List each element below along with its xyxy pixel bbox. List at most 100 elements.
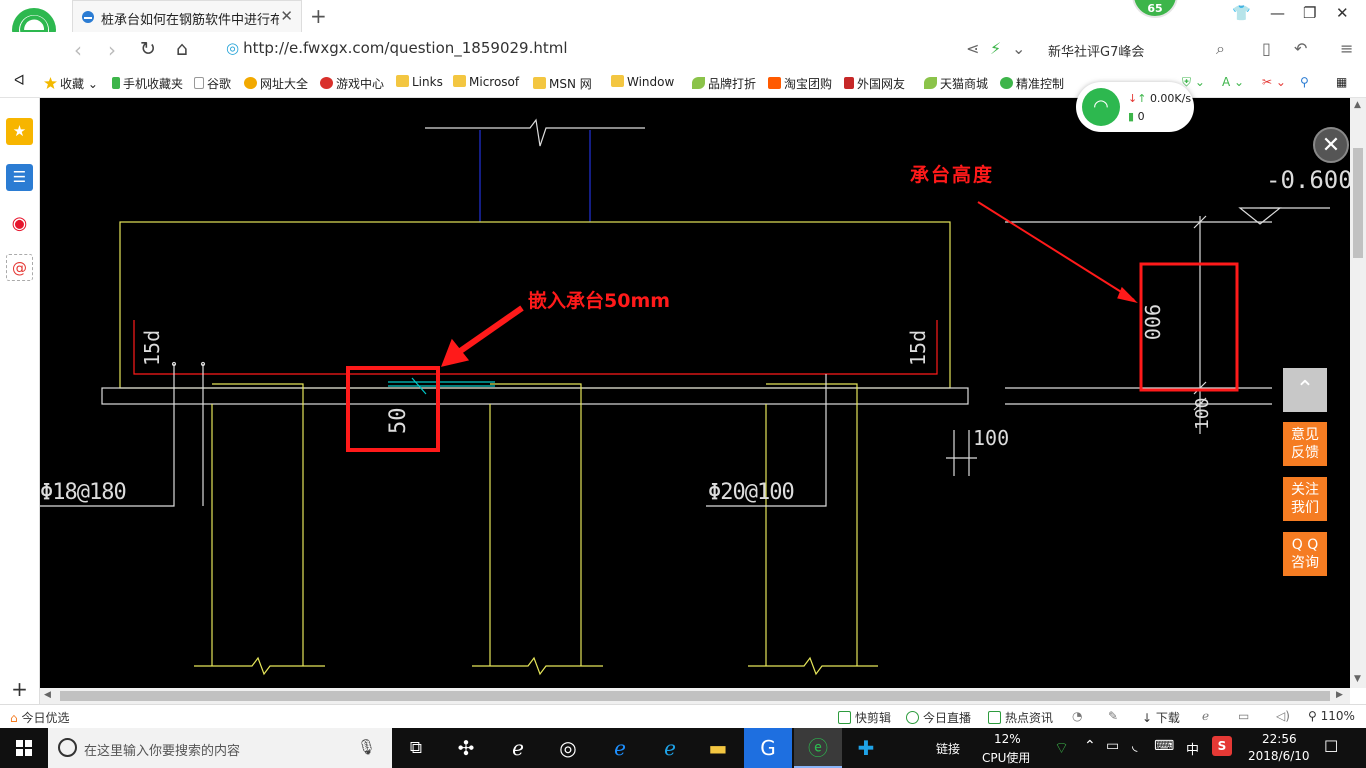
share-icon[interactable]: ⋖ [966,39,979,58]
notification-center-icon[interactable]: ☐ [1324,737,1338,756]
bookmark-item[interactable]: 谷歌 [194,75,231,92]
new-tab-button[interactable]: + [310,4,327,28]
keyboard-icon[interactable]: ⌨ [1154,738,1174,754]
horizontal-scroll-thumb[interactable] [60,691,1330,701]
search-input[interactable]: 新华社评G7峰会 [1048,41,1144,60]
bookmark-item[interactable]: Microsof [453,75,519,89]
horizontal-scrollbar[interactable]: ◀ ▶ [40,688,1350,704]
pile-break-2 [472,656,603,676]
fan-app-icon[interactable]: ✣ [442,728,490,768]
back-icon[interactable]: ‹ [74,38,82,62]
ie-mode-icon[interactable]: ℯ [1202,709,1209,723]
forward-icon[interactable]: › [108,38,116,62]
bookmark-item[interactable]: Window [611,75,674,89]
pin-icon[interactable]: ✎ [1108,709,1118,723]
network-icon[interactable]: ◟ [1132,738,1137,754]
email-icon[interactable]: @ [6,254,33,281]
bookmark-item[interactable]: Links [396,75,443,89]
phone-icon[interactable]: ▯ [1262,39,1271,58]
bookmark-item[interactable]: 品牌打折 [692,75,756,92]
bookmark-item[interactable]: 手机收藏夹 [112,75,183,92]
home-icon[interactable]: ⌂ [176,38,188,60]
ie-app-icon[interactable]: ℯ [494,728,542,768]
scroll-right-icon[interactable]: ▶ [1336,690,1343,700]
refresh-icon[interactable]: ↻ [140,38,156,60]
weibo-icon[interactable]: ◉ [6,210,33,237]
bookmark-item[interactable]: 精准控制 [1000,75,1064,92]
skin-icon[interactable]: 👕 [1232,4,1251,22]
bookmark-item[interactable]: 收藏 ⌄ [44,75,98,92]
ime-indicator[interactable]: 中 [1186,739,1199,758]
news-list-icon[interactable]: ☰ [6,164,33,191]
bookmark-item[interactable]: 外国网友 [844,75,905,92]
close-overlay-button[interactable]: ✕ [1313,127,1349,163]
add-sidebar-icon[interactable]: + [6,676,33,703]
magnifier-icon[interactable]: ⚲ [1300,75,1309,89]
kuaijianji-button[interactable]: 快剪辑 [838,709,891,726]
bookmark-label: 收藏 [60,77,85,91]
undo-icon[interactable]: ↶ [1294,39,1307,58]
search-icon[interactable]: ⌕ [1216,39,1225,59]
bookmark-item[interactable]: 淘宝团购 [768,75,832,92]
clock-date[interactable]: 2018/6/10 [1248,749,1310,763]
sogou-icon[interactable]: S [1212,736,1232,756]
edge-icon[interactable]: ℯ [596,728,644,768]
download-icon: ↓ [1142,711,1153,725]
internet-explorer-icon[interactable]: ℯ [646,728,694,768]
link-label[interactable]: 链接 [936,740,960,757]
live-button[interactable]: 今日直播 [906,709,971,726]
speaker-icon[interactable]: ◁) [1276,709,1290,723]
clock-time[interactable]: 22:56 [1262,732,1297,746]
rebar-right-label: Φ20@100 [708,480,795,505]
vertical-scrollbar[interactable]: ▲ ▼ [1350,98,1366,688]
g-app-icon[interactable]: G [744,728,792,768]
bookmark-item[interactable]: MSN 网 [533,75,592,92]
play-icon [838,711,851,724]
url-input[interactable]: ◎ http://e.fwxgx.com/question_1859029.htm… [226,39,568,57]
qq-consult-button[interactable]: Q Q 咨询 [1283,532,1327,576]
menu-icon[interactable]: ≡ [1340,39,1353,58]
vertical-scroll-thumb[interactable] [1353,148,1363,258]
scroll-down-icon[interactable]: ▼ [1354,674,1361,684]
browser-tab[interactable]: 桩承台如何在钢筋软件中进行布置 ✕ [72,0,302,32]
translate-icon[interactable]: A ⌄ [1222,75,1244,89]
scroll-up-icon[interactable]: ▲ [1354,100,1361,110]
scroll-left-icon[interactable]: ◀ [44,690,51,700]
collapse-sidebar-icon[interactable]: ᐊ [14,73,25,89]
zoom-level[interactable]: ⚲ 110% [1308,709,1355,723]
bookmark-item[interactable]: 网址大全 [244,75,308,92]
bookmark-item[interactable]: 游戏中心 [320,75,384,92]
wifi-tray-icon[interactable]: ⌔ [1054,738,1069,758]
wifi-speed-widget[interactable]: ◠ ↓↑ 0.00K/s ▮ 0 [1076,82,1194,132]
show-hidden-icons[interactable]: ⌃ [1084,738,1096,754]
scissors-icon[interactable]: ✂ ⌄ [1262,75,1286,89]
back-to-top-button[interactable]: ⌃ [1283,368,1327,412]
plus-app-icon[interactable]: ✚ [842,728,890,768]
follow-us-button[interactable]: 关注 我们 [1283,477,1327,521]
favorites-star-icon[interactable]: ★ [6,118,33,145]
bookmark-item[interactable]: 天猫商城 [924,75,988,92]
battery-icon[interactable]: ▭ [1106,738,1119,754]
window-icon[interactable]: ▭ [1238,709,1249,723]
notification-badge[interactable]: 65 [1132,0,1178,18]
feedback-button[interactable]: 意见 反馈 [1283,422,1327,466]
speed-icon[interactable]: ◔ [1072,709,1082,723]
lightning-icon[interactable]: ⚡ [990,39,1001,58]
taskbar-search-placeholder: 在这里输入你要搜索的内容 [84,744,241,759]
task-view-icon[interactable]: ⧉ [392,728,440,768]
minimize-icon[interactable]: — [1270,4,1285,22]
dropdown-icon[interactable]: ⌄ [1012,39,1025,58]
tab-close-icon[interactable]: ✕ [280,7,293,25]
microphone-icon[interactable]: 🎙 [357,738,376,756]
browser-taskbar-icon[interactable]: ⓔ [794,728,842,768]
windows-start-icon[interactable] [0,728,48,768]
file-explorer-icon[interactable]: ▬ [694,728,742,768]
news-button[interactable]: 热点资讯 [988,709,1053,726]
close-window-icon[interactable]: ✕ [1336,4,1349,22]
swirl-app-icon[interactable]: ◎ [544,728,592,768]
download-button[interactable]: ↓ 下载 [1142,709,1180,726]
taskbar-search-input[interactable]: 在这里输入你要搜索的内容 🎙 [48,728,392,768]
restore-icon[interactable]: ❐ [1303,4,1316,22]
today-picks[interactable]: ⌂ 今日优选 [10,709,69,726]
apps-grid-icon[interactable]: ▦ [1336,75,1347,89]
